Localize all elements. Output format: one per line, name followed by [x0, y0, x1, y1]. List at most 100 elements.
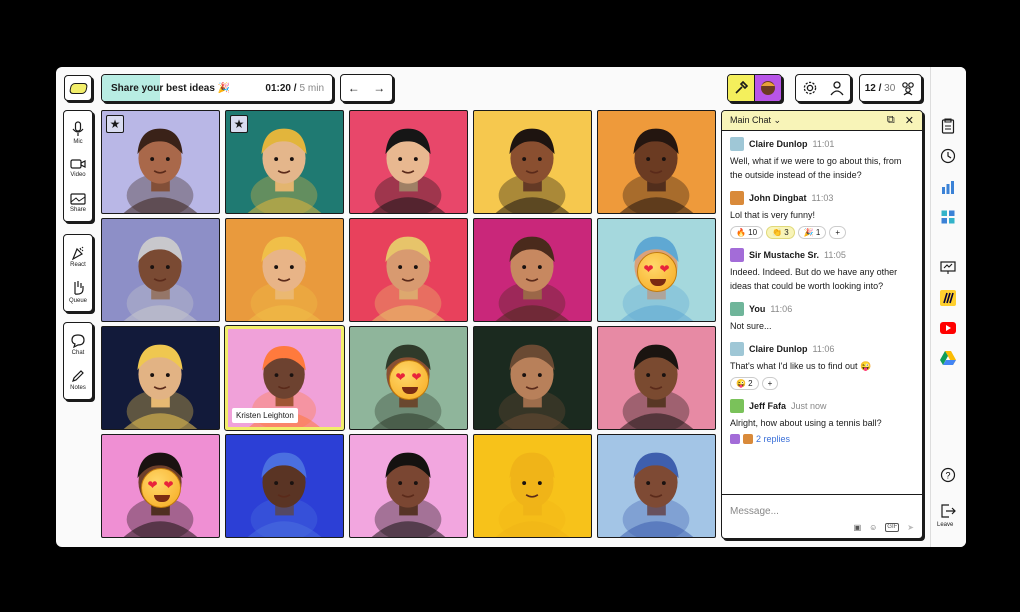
notes-button[interactable]: Notes [63, 362, 93, 397]
participant-tile[interactable] [349, 110, 468, 214]
clipboard-icon[interactable] [939, 117, 957, 135]
image-icon[interactable]: ▣ [854, 523, 862, 532]
author-name[interactable]: Sir Mustache Sr. [749, 250, 819, 260]
chat-header: Main Chat ⌄ ⧉ ✕ [722, 111, 922, 131]
self-avatar-button[interactable] [755, 75, 781, 101]
avatar-illustration [619, 128, 694, 213]
author-name[interactable]: Jeff Fafa [749, 401, 786, 411]
miro-icon[interactable] [939, 289, 957, 307]
help-icon[interactable]: ? [939, 466, 957, 484]
author-avatar[interactable] [730, 191, 744, 205]
message-input[interactable] [730, 506, 914, 517]
previous-arrow-icon[interactable]: ← [348, 81, 360, 95]
participant-count-button[interactable]: 12 / 30 [859, 74, 922, 102]
react-button[interactable]: React [63, 239, 93, 274]
avatar-icon [761, 81, 775, 95]
participant-tile[interactable] [101, 326, 220, 430]
chat-message: Jeff Fafa Just now Alright, how about usin… [730, 399, 914, 444]
app-window: Share your best ideas 🎉 01:20 /5 min ← →… [56, 67, 966, 547]
close-icon[interactable]: ✕ [905, 114, 914, 127]
share-button[interactable]: Share [63, 185, 93, 220]
thread-replies[interactable]: 2 replies [730, 434, 914, 444]
chat-message: Claire Dunlop 11:06 That's what I'd like u… [730, 342, 914, 390]
queue-label: Queue [68, 297, 87, 304]
participant-tile[interactable] [349, 326, 468, 430]
apps-grid-icon[interactable] [939, 208, 957, 226]
mic-label: Mic [73, 138, 83, 145]
participant-tile[interactable]: ★ [225, 110, 344, 214]
participant-tile[interactable] [473, 326, 592, 430]
chat-button[interactable]: Chat [63, 327, 93, 362]
chat-message: You 11:06 Not sure... [730, 302, 914, 333]
reaction-chip[interactable]: 👏 3 [766, 226, 795, 239]
reaction-chip[interactable]: + [761, 377, 779, 390]
participant-name-tag: Kristen Leighton [232, 408, 298, 423]
reaction-chip[interactable]: 🎉 1 [797, 226, 827, 239]
clock-icon[interactable] [939, 147, 957, 165]
participant-tile[interactable] [101, 218, 220, 322]
participant-tile[interactable] [225, 218, 344, 322]
message-time: 11:01 [812, 139, 835, 149]
participant-tile[interactable] [597, 326, 716, 430]
author-name[interactable]: Claire Dunlop [749, 139, 808, 149]
participant-tile[interactable] [349, 434, 468, 538]
home-button[interactable] [64, 75, 92, 101]
author-name[interactable]: John Dingbat [749, 193, 807, 203]
user-icon[interactable] [829, 80, 845, 96]
tool-toggles [727, 74, 782, 102]
avatar-illustration [247, 452, 322, 537]
participant-tile[interactable] [473, 218, 592, 322]
bar-chart-icon[interactable] [939, 178, 957, 196]
participant-tile[interactable] [473, 434, 592, 538]
participant-tile[interactable] [349, 218, 468, 322]
reaction-chip[interactable]: + [829, 226, 847, 239]
participant-tile[interactable] [473, 110, 592, 214]
author-avatar[interactable] [730, 248, 744, 262]
send-icon[interactable]: ➤ [907, 523, 914, 532]
avatar-illustration [123, 236, 198, 321]
message-header: Claire Dunlop 11:01 [730, 137, 914, 151]
avatar-illustration [495, 128, 570, 213]
video-button[interactable]: Video [63, 150, 93, 185]
chat-title[interactable]: Main Chat ⌄ [730, 115, 877, 126]
reaction-chip[interactable]: 🔥 10 [730, 226, 764, 239]
participant-tile[interactable] [101, 434, 220, 538]
topic-timer[interactable]: Share your best ideas 🎉 01:20 /5 min [101, 74, 333, 102]
gif-icon[interactable]: GIF [885, 523, 900, 532]
author-avatar[interactable] [730, 302, 744, 316]
reaction-chip[interactable]: 😜 2 [730, 377, 759, 390]
message-time: Just now [791, 401, 827, 411]
emoji-icon[interactable]: ☺ [869, 523, 877, 532]
participant-tile[interactable] [225, 434, 344, 538]
camera-icon [70, 158, 86, 169]
popout-icon[interactable]: ⧉ [887, 114, 895, 127]
next-arrow-icon[interactable]: → [373, 81, 385, 95]
participant-tile[interactable] [597, 218, 716, 322]
mic-tool-button[interactable] [728, 75, 755, 101]
author-avatar[interactable] [730, 137, 744, 151]
avatar-illustration [495, 236, 570, 321]
presentation-icon[interactable] [939, 259, 957, 277]
queue-button[interactable]: Queue [63, 274, 93, 309]
message-body: Alright, how about using a tennis ball? [730, 418, 882, 428]
avatar-illustration [247, 236, 322, 321]
author-name[interactable]: Claire Dunlop [749, 344, 808, 354]
google-drive-icon[interactable] [939, 349, 957, 367]
replies-link[interactable]: 2 replies [756, 434, 790, 444]
gear-icon[interactable] [802, 80, 818, 96]
star-icon[interactable]: ★ [106, 115, 124, 133]
participant-tile[interactable]: ★ [101, 110, 220, 214]
author-avatar[interactable] [730, 399, 744, 413]
author-avatar[interactable] [730, 342, 744, 356]
participant-tile[interactable] [597, 110, 716, 214]
author-name[interactable]: You [749, 304, 765, 314]
star-icon[interactable]: ★ [230, 115, 248, 133]
leave-icon[interactable] [939, 502, 957, 520]
message-header: Jeff Fafa Just now [730, 399, 914, 413]
participant-tile[interactable] [597, 434, 716, 538]
reply-avatar [730, 434, 740, 444]
chat-messages: Claire Dunlop 11:01 Well, what if we were … [722, 131, 922, 494]
participant-tile[interactable]: Kristen Leighton [224, 325, 345, 431]
mic-button[interactable]: Mic [63, 115, 93, 150]
youtube-icon[interactable] [939, 319, 957, 337]
